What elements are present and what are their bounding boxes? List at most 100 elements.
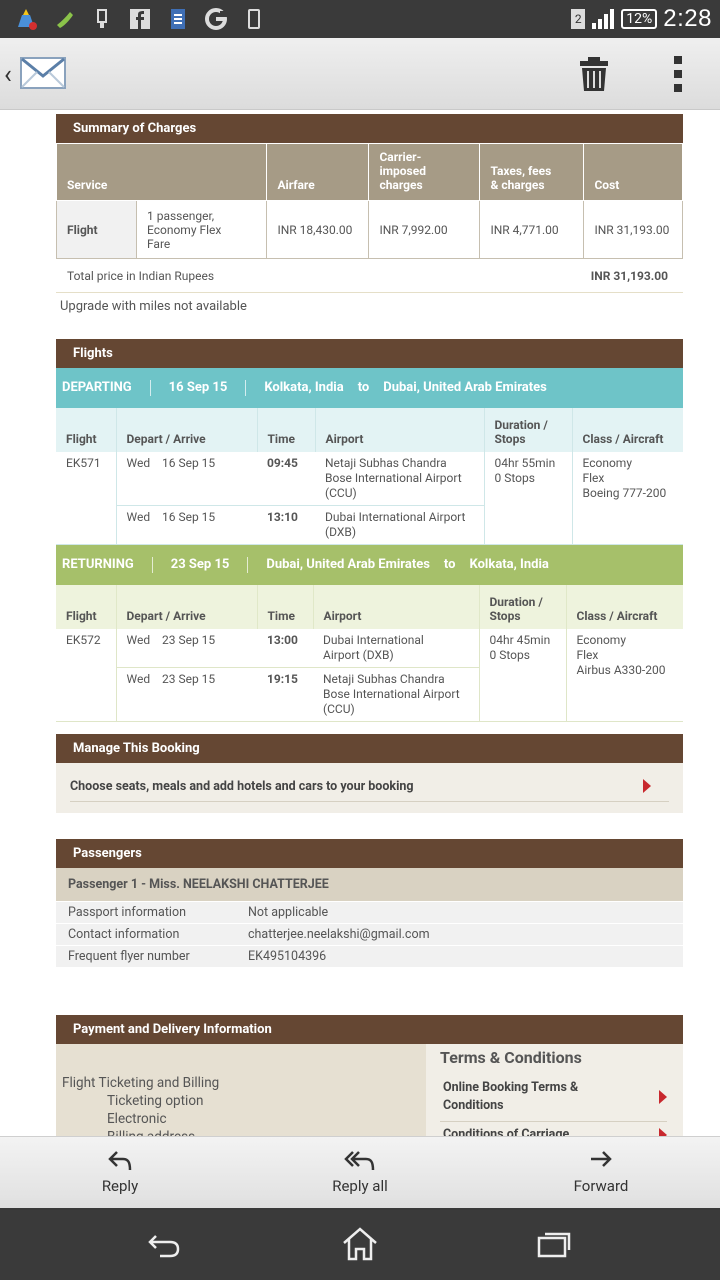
terms-title: Terms & Conditions [440, 1048, 582, 1067]
home-icon[interactable] [342, 1226, 378, 1262]
summary-header: Summary of Charges [56, 114, 683, 143]
email-body[interactable]: Summary of Charges Service Airfare Carri… [0, 111, 720, 1136]
google-icon [205, 8, 228, 30]
duration-stops: 04hr 45min 0 Stops [479, 629, 567, 721]
forward-icon [591, 1151, 612, 1167]
returning-to: Kolkata, India [469, 557, 549, 572]
recent-apps-icon[interactable] [537, 1226, 573, 1262]
forward-button[interactable]: Forward [541, 1149, 661, 1195]
ticketing-title: Flight Ticketing and Billing [62, 1075, 220, 1091]
depart-day-date: Wed 23 Sep 15 [116, 629, 257, 668]
depart-airport: Netaji Subhas Chandra Bose International… [315, 452, 485, 506]
col-taxes: Taxes, fees & charges [479, 143, 585, 201]
reply-all-icon [344, 1151, 375, 1171]
departing-date: 16 Sep 15 [168, 380, 228, 395]
usb-icon [97, 9, 107, 28]
col-time: Time [257, 585, 314, 629]
flights-header: Flights [56, 339, 683, 368]
conditions-of-carriage-link[interactable]: Conditions of Carriage [440, 1122, 667, 1136]
col-flight: Flight [56, 408, 117, 452]
cleaner-notification-icon [18, 9, 37, 30]
table-row: EK571 Wed 16 Sep 15 09:45 Netaji Subhas … [56, 452, 683, 544]
col-class: Class / Aircraft [566, 585, 683, 629]
passengers-section: Passengers Passenger 1 - Miss. NEELAKSHI… [56, 839, 683, 967]
col-depart-arrive: Depart / Arrive [116, 585, 258, 629]
payment-section: Payment and Delivery Information Flight … [56, 1015, 683, 1136]
ticketing-billing: Flight Ticketing and Billing Ticketing o… [56, 1044, 426, 1136]
email-action-bar: Reply Reply all Forward [0, 1136, 720, 1208]
mail-app-icon[interactable] [20, 56, 66, 90]
arrow-right-icon [659, 1128, 667, 1136]
class-aircraft: Economy Flex Boeing 777-200 [582, 456, 667, 500]
departing-label: DEPARTING [62, 380, 132, 395]
manage-booking-section: Manage This Booking Choose seats, meals … [56, 734, 683, 813]
total-label: Total price in Indian Rupees [67, 269, 215, 283]
billing-address: Billing address [62, 1128, 420, 1136]
system-nav-bar [0, 1208, 720, 1280]
col-depart-arrive: Depart / Arrive [116, 408, 258, 452]
departing-from: Kolkata, India [264, 380, 344, 395]
departing-bar: DEPARTING 16 Sep 15 Kolkata, India to Du… [56, 368, 683, 408]
taxes-cell: INR 4,771.00 [479, 200, 585, 259]
duration-stops: 04hr 55min 0 Stops [484, 452, 573, 544]
payment-header: Payment and Delivery Information [56, 1015, 683, 1044]
reply-button[interactable]: Reply [60, 1149, 180, 1195]
arrive-time: 13:10 [267, 510, 298, 524]
table-row: EK572 Wed 23 Sep 15 13:00 Dubai Internat… [56, 629, 683, 721]
airfare-cell: INR 18,430.00 [266, 200, 370, 259]
status-bar: 2 12% 2:28 [0, 0, 720, 38]
clock: 2:28 [663, 5, 712, 32]
col-airport: Airport [315, 408, 485, 452]
phone-device-icon [248, 9, 260, 29]
returning-label: RETURNING [62, 557, 134, 572]
facebook-icon [130, 9, 150, 29]
manage-booking-label: Choose seats, meals and add hotels and c… [70, 778, 414, 794]
service-cell: Flight [56, 200, 137, 259]
col-airfare: Airfare [266, 143, 370, 201]
manage-booking-link[interactable]: Choose seats, meals and add hotels and c… [70, 771, 669, 802]
back-icon[interactable] [146, 1226, 182, 1262]
returning-to-word: to [443, 557, 456, 572]
phone-call-icon [57, 12, 73, 28]
depart-day-date: Wed 16 Sep 15 [116, 452, 257, 506]
arrive-airport: Netaji Subhas Chandra Bose International… [313, 667, 480, 721]
manage-header: Manage This Booking [56, 734, 683, 763]
passengers-header: Passengers [56, 839, 683, 868]
col-time: Time [257, 408, 316, 452]
total-price-row: Total price in Indian Rupees INR 31,193.… [56, 259, 683, 293]
passenger-name: Passenger 1 - Miss. NEELAKSHI CHATTERJEE [56, 868, 683, 901]
summary-of-charges-section: Summary of Charges Service Airfare Carri… [55, 114, 683, 320]
charges-table: Service Airfare Carrier- imposed charges… [55, 143, 683, 259]
back-chevron-icon[interactable]: ‹ [4, 60, 12, 90]
col-class: Class / Aircraft [572, 408, 683, 452]
terms-panel: Terms & Conditions Online Booking Terms … [426, 1044, 683, 1136]
col-cost: Cost [583, 143, 683, 201]
arrive-airport: Dubai International Airport (DXB) [315, 505, 485, 544]
col-flight: Flight [56, 585, 117, 629]
class-aircraft: Economy Flex Airbus A330-200 [576, 633, 666, 677]
col-airport: Airport [313, 585, 480, 629]
returning-flight-table: Flight Depart / Arrive Time Airport Dura… [56, 585, 683, 721]
col-carrier-charges: Carrier- imposed charges [368, 143, 481, 201]
departing-to-word: to [357, 380, 370, 395]
delete-icon[interactable] [578, 56, 610, 92]
cost-cell: INR 31,193.00 [583, 200, 683, 259]
col-duration: Duration / Stops [484, 408, 573, 452]
flights-section: Flights DEPARTING 16 Sep 15 Kolkata, Ind… [56, 339, 683, 722]
arrive-day-date: Wed 16 Sep 15 [126, 510, 216, 524]
arrive-day-date: Wed 23 Sep 15 [126, 672, 216, 686]
sim-indicator: 2 [571, 9, 586, 29]
online-booking-terms-link[interactable]: Online Booking Terms & Conditions [440, 1075, 667, 1122]
list-item: Passport information Not applicable [56, 901, 683, 923]
list-item: Contact information chatterjee.neelakshi@… [56, 923, 683, 945]
description-cell: 1 passenger, Economy Flex Fare [135, 200, 268, 259]
arrow-right-icon [659, 1090, 667, 1104]
arrow-right-icon [643, 779, 651, 793]
departing-to: Dubai, United Arab Emirates [383, 380, 547, 395]
signal-icon [592, 9, 615, 29]
returning-date: 23 Sep 15 [170, 557, 230, 572]
reply-all-button[interactable]: Reply all [300, 1149, 420, 1195]
overflow-menu-icon[interactable] [672, 56, 684, 92]
carrier-cell: INR 7,992.00 [368, 200, 481, 259]
flight-number: EK571 [56, 452, 117, 544]
